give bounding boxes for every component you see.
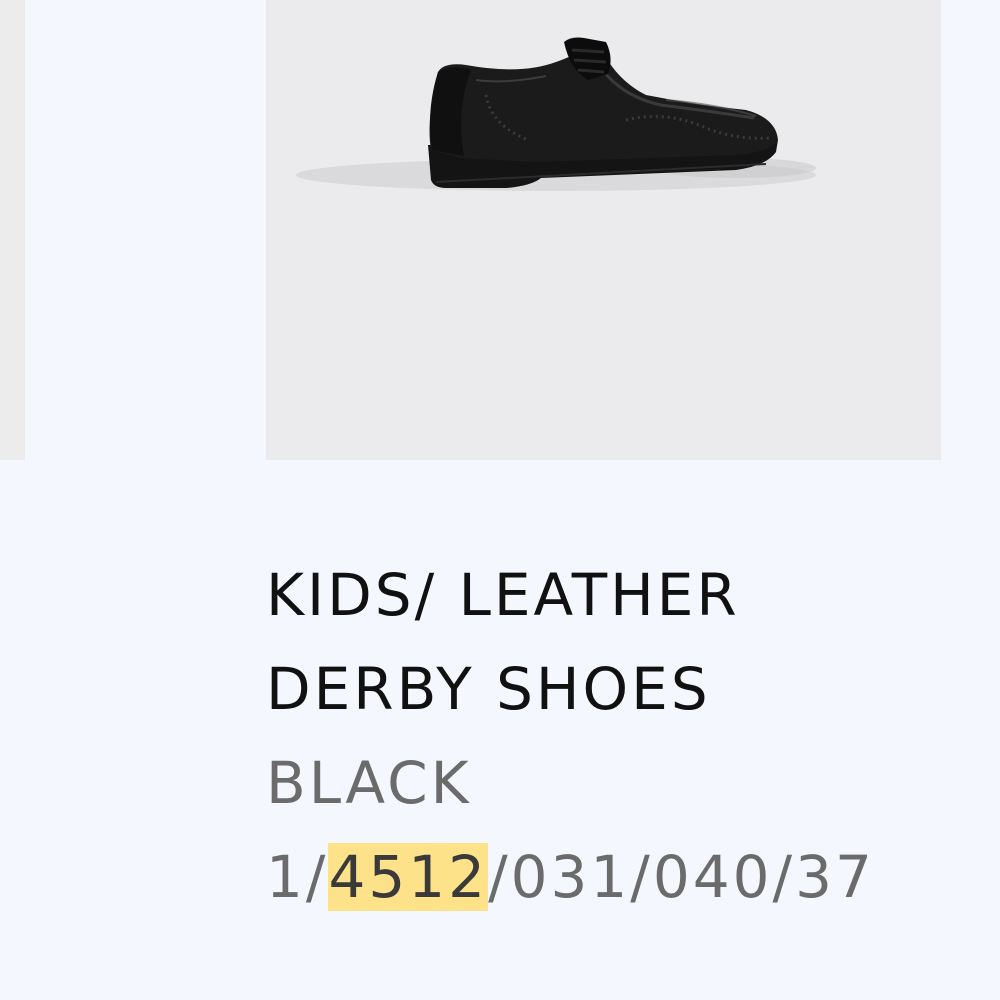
- product-page: KIDS/ LEATHER DERBY SHOES BLACK 1/4512/0…: [0, 0, 1000, 1000]
- reference-highlight: 4512: [328, 843, 489, 911]
- product-info: KIDS/ LEATHER DERBY SHOES BLACK 1/4512/0…: [266, 548, 966, 924]
- product-title: KIDS/ LEATHER DERBY SHOES: [266, 561, 740, 723]
- product-color: BLACK: [266, 749, 472, 817]
- product-reference: 1/4512/031/040/37: [266, 830, 916, 924]
- previous-product-image[interactable]: [0, 0, 25, 460]
- derby-shoe-image: [296, 37, 816, 191]
- reference-suffix: /031/040/37: [488, 843, 875, 911]
- reference-prefix: 1/: [266, 843, 329, 911]
- product-image[interactable]: [266, 0, 941, 460]
